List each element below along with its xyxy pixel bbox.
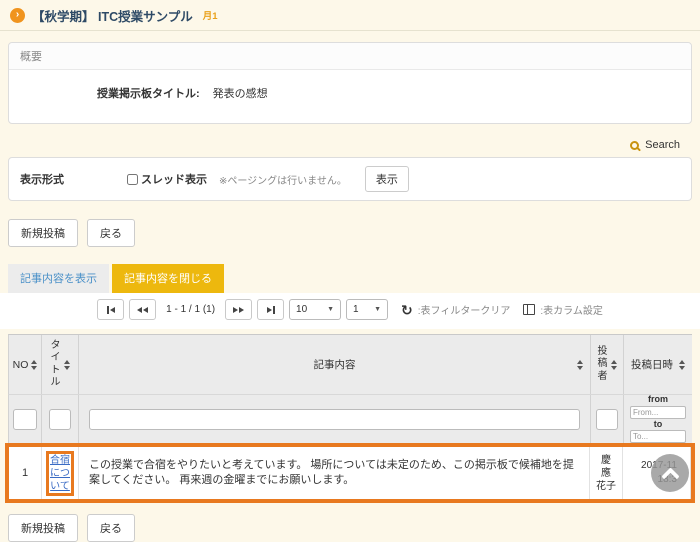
posts-table: NO タ イ ト ル 記事内容 投 稿 者 投稿日時 <box>8 334 692 503</box>
header-no-label: NO <box>13 359 29 371</box>
scroll-to-top-button[interactable] <box>651 454 689 492</box>
page-number-value: 1 <box>353 304 359 315</box>
page-number-select[interactable]: 1▼ <box>346 299 388 320</box>
tab-show-content[interactable]: 記事内容を表示 <box>8 264 109 293</box>
table-header-row: NO タ イ ト ル 記事内容 投 稿 者 投稿日時 <box>8 334 692 394</box>
display-format-label: 表示形式 <box>20 171 64 187</box>
page-header: 【秋学期】 ITC授業サンプル 月1 <box>0 0 700 31</box>
overview-box-title: 概要 <box>9 43 691 70</box>
post-author: 慶 應 花子 <box>596 454 616 493</box>
tab-close-content[interactable]: 記事内容を閉じる <box>112 264 224 293</box>
header-date[interactable]: 投稿日時 <box>624 335 692 394</box>
filter-from-label: from <box>648 395 668 405</box>
sort-icon <box>611 360 617 370</box>
header-title-label: タ イ ト ル <box>51 340 61 390</box>
post-content-text: この授業で合宿をやりたいと考えています。 場所については未定のため、この掲示板で… <box>79 458 589 489</box>
post-title-link[interactable]: 合宿 につ いて <box>50 454 70 493</box>
search-panel: 表示形式 スレッド表示 ※ページングは行いません。 表示 <box>8 157 692 201</box>
filter-no-input[interactable] <box>13 409 37 430</box>
prev-page-button[interactable] <box>129 299 156 320</box>
filter-clear-label: :表フィルタークリア <box>418 302 511 317</box>
show-button[interactable]: 表示 <box>365 166 409 192</box>
new-post-button-bottom[interactable]: 新規投稿 <box>8 514 78 542</box>
chevron-down-icon: ▼ <box>327 306 334 313</box>
post-title-annotation: 合宿 につ いて <box>46 451 74 496</box>
board-title-value: 発表の感想 <box>213 85 268 101</box>
column-config-icon[interactable] <box>523 304 535 315</box>
header-content[interactable]: 記事内容 <box>79 335 591 394</box>
filter-title-input[interactable] <box>49 409 71 430</box>
filter-content-input[interactable] <box>89 409 580 430</box>
next-page-button[interactable] <box>225 299 252 320</box>
chevron-circle-icon <box>10 8 25 23</box>
page-subtitle: 月1 <box>203 8 218 22</box>
page-size-value: 10 <box>296 304 307 315</box>
header-date-label: 投稿日時 <box>631 357 673 372</box>
overview-box: 概要 授業掲示板タイトル: 発表の感想 <box>8 42 692 124</box>
search-toggle[interactable]: Search <box>8 137 692 153</box>
page-title: 【秋学期】 ITC授業サンプル <box>32 6 193 25</box>
first-page-button[interactable] <box>97 299 124 320</box>
back-button[interactable]: 戻る <box>87 219 135 247</box>
table-filter-row: from to <box>8 394 692 443</box>
sort-icon <box>679 360 685 370</box>
header-author-label: 投 稿 者 <box>598 346 608 384</box>
chevron-down-icon: ▼ <box>374 306 381 313</box>
search-label: Search <box>645 139 680 151</box>
filter-clear-icon[interactable] <box>401 303 413 317</box>
thread-display-checkbox[interactable] <box>127 174 138 185</box>
filter-to-label: to <box>654 420 663 430</box>
filter-date-from-input[interactable] <box>630 406 686 419</box>
last-page-button[interactable] <box>257 299 284 320</box>
filter-date-to-input[interactable] <box>630 430 686 443</box>
pagination-band: 1 - 1 / 1 (1) 10▼ 1▼ :表フィルタークリア :表カラム設定 <box>0 293 700 329</box>
header-content-label: 記事内容 <box>314 357 356 372</box>
search-icon <box>630 141 639 150</box>
page-range-text: 1 - 1 / 1 (1) <box>166 304 215 315</box>
sort-icon <box>577 360 583 370</box>
header-title[interactable]: タ イ ト ル <box>42 335 79 394</box>
sort-icon <box>64 360 70 370</box>
header-no[interactable]: NO <box>9 335 42 394</box>
header-author[interactable]: 投 稿 者 <box>591 335 624 394</box>
filter-author-input[interactable] <box>596 409 618 430</box>
board-title-label: 授業掲示板タイトル: <box>97 85 200 101</box>
row-no: 1 <box>22 467 28 479</box>
post-row-annotation: 1 合宿 につ いて この授業で合宿をやりたいと考えています。 場所については未… <box>5 443 695 503</box>
back-button-bottom[interactable]: 戻る <box>87 514 135 542</box>
paging-note: ※ページングは行いません。 <box>219 172 347 187</box>
page-size-select[interactable]: 10 ▼ <box>289 299 341 320</box>
chevron-up-icon <box>661 467 679 485</box>
thread-display-label: スレッド表示 <box>141 171 207 187</box>
column-config-label: :表カラム設定 <box>540 302 602 317</box>
new-post-button[interactable]: 新規投稿 <box>8 219 78 247</box>
table-row: 1 合宿 につ いて この授業で合宿をやりたいと考えています。 場所については未… <box>9 447 691 499</box>
sort-icon <box>31 360 37 370</box>
